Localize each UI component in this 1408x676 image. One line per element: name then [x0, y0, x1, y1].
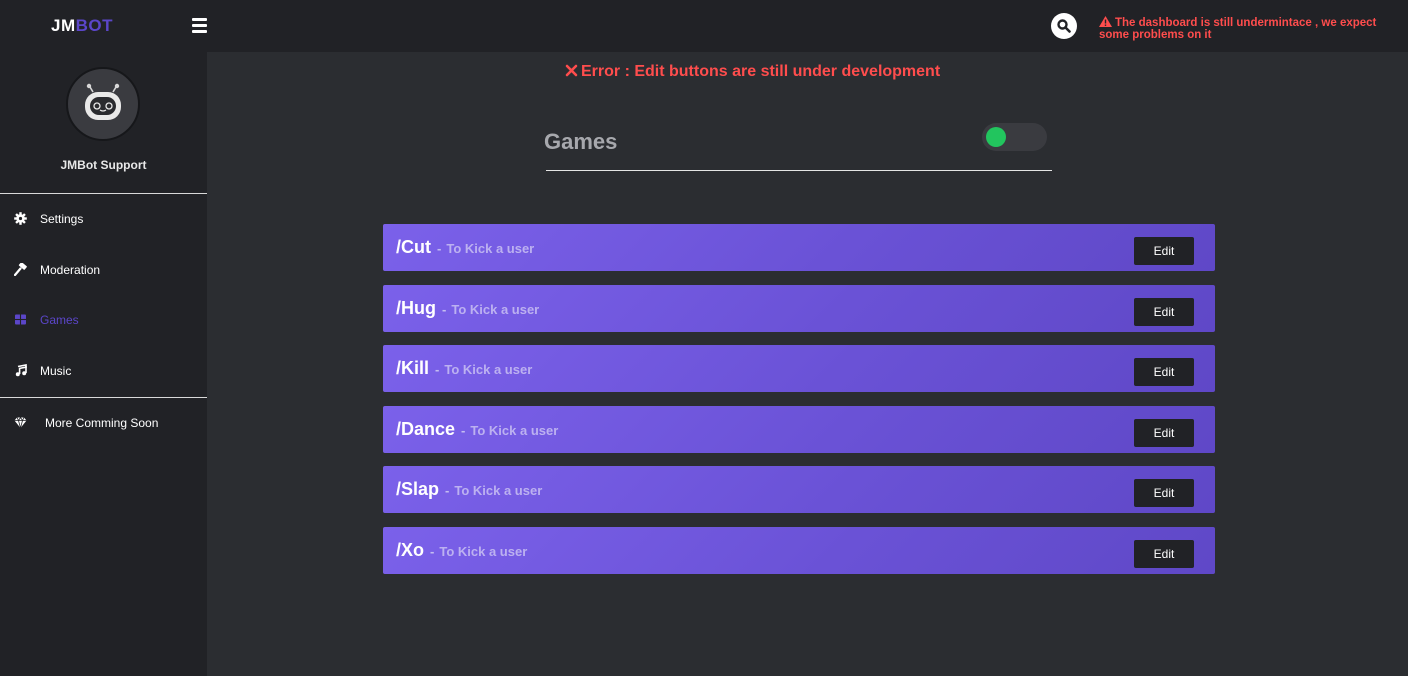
command-row-xo: /Xo - To Kick a user Edit: [383, 526, 1215, 574]
close-icon: [565, 64, 578, 77]
command-name: /Slap: [396, 479, 440, 499]
gear-icon: [14, 212, 27, 225]
title-divider: [546, 170, 1052, 171]
command-separator: -: [445, 483, 450, 498]
command-separator: -: [435, 362, 440, 377]
hammer-icon: [14, 263, 27, 276]
command-row-hug: /Hug - To Kick a user Edit: [383, 284, 1215, 332]
command-row-cut: /Cut - To Kick a user Edit: [383, 224, 1215, 271]
edit-button[interactable]: Edit: [1134, 237, 1194, 265]
menu-toggle-icon[interactable]: [192, 18, 207, 33]
games-enable-toggle[interactable]: [982, 123, 1047, 151]
sidebar-item-moderation[interactable]: Moderation: [0, 253, 207, 287]
diamond-icon: [14, 416, 27, 429]
avatar: [66, 67, 140, 141]
command-description: To Kick a user: [454, 483, 543, 498]
brand-logo[interactable]: JMBOT: [51, 16, 113, 36]
command-name: /Dance: [396, 418, 456, 439]
search-button[interactable]: [1051, 13, 1077, 39]
command-description: To Kick a user: [444, 362, 533, 377]
edit-button[interactable]: Edit: [1134, 539, 1194, 568]
top-bar: JMBOT The dashboard is still undermintac…: [0, 0, 1408, 52]
profile-name: JMBot Support: [60, 158, 147, 172]
sidebar-item-label: Moderation: [40, 263, 101, 277]
sidebar-item-label: Settings: [40, 212, 84, 226]
sidebar-item-more[interactable]: More Comming Soon: [0, 406, 207, 440]
brand-part-1: JM: [51, 16, 76, 35]
command-row-slap: /Slap - To Kick a user Edit: [383, 466, 1215, 513]
toggle-knob: [986, 127, 1006, 147]
page-title: Games: [544, 129, 618, 154]
table-icon: [15, 314, 26, 325]
edit-button[interactable]: Edit: [1134, 358, 1194, 386]
search-icon: [1057, 19, 1071, 33]
sidebar-item-label: Games: [40, 313, 79, 327]
command-name: /Hug: [396, 297, 436, 318]
edit-button[interactable]: Edit: [1134, 479, 1194, 507]
sidebar-item-label: Music: [40, 364, 72, 378]
command-row-dance: /Dance - To Kick a user Edit: [383, 405, 1215, 453]
sidebar-item-settings[interactable]: Settings: [0, 202, 207, 236]
error-text: Error : Edit buttons are still under dev…: [581, 63, 941, 80]
sidebar-item-music[interactable]: Music: [0, 354, 207, 388]
sidebar-divider: [0, 397, 207, 398]
edit-button[interactable]: Edit: [1134, 418, 1194, 447]
maintenance-warning-text: The dashboard is still undermintace , we…: [1099, 17, 1377, 41]
command-description: To Kick a user: [439, 543, 528, 559]
command-row-kill: /Kill - To Kick a user Edit: [383, 345, 1215, 392]
sidebar-item-games[interactable]: Games: [0, 303, 207, 337]
maintenance-warning: The dashboard is still undermintace , we…: [1099, 16, 1399, 41]
command-description: To Kick a user: [470, 422, 559, 438]
sidebar-item-label: More Comming Soon: [45, 416, 159, 430]
warning-icon: [1099, 16, 1112, 27]
command-name: /Kill: [396, 358, 430, 378]
music-note-icon: [15, 364, 27, 377]
command-separator: -: [437, 241, 442, 256]
robot-icon: [85, 83, 121, 120]
command-separator: -: [430, 543, 435, 559]
command-separator: -: [461, 422, 466, 438]
command-list: /Cut - To Kick a user Edit /Hug - To Kick a …: [383, 224, 1215, 587]
command-name: /Cut: [396, 237, 431, 257]
sidebar: JMBot Support Settings Moderation Games …: [0, 52, 207, 676]
brand-part-2: BOT: [75, 16, 114, 35]
command-name: /Xo: [396, 539, 425, 560]
command-separator: -: [442, 301, 447, 317]
sidebar-divider: [0, 193, 207, 194]
error-banner: Error : Edit buttons are still under dev…: [565, 63, 940, 81]
command-description: To Kick a user: [451, 301, 540, 317]
edit-button[interactable]: Edit: [1134, 297, 1194, 326]
command-description: To Kick a user: [446, 241, 535, 256]
